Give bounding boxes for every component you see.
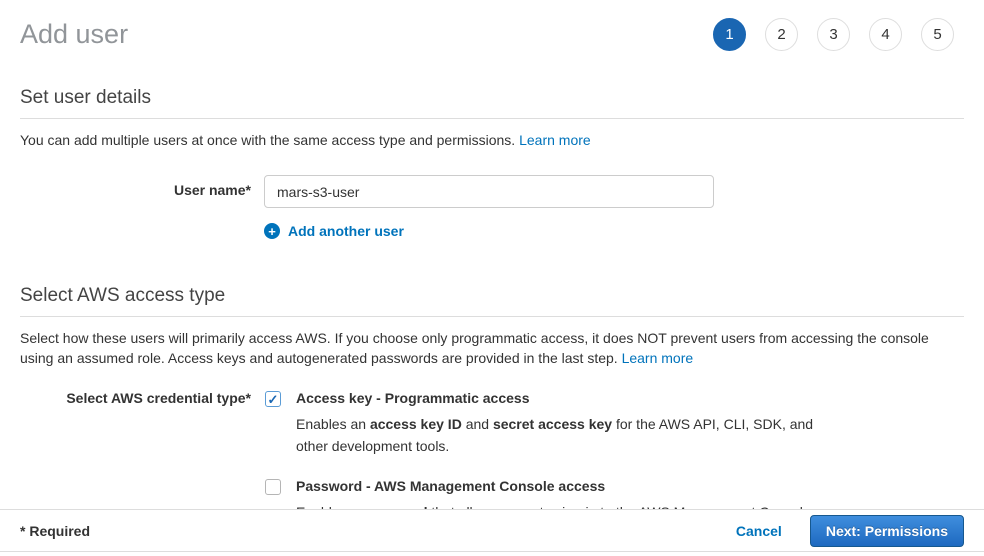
learn-more-link[interactable]: Learn more: [622, 350, 694, 366]
access-key-text: Access key - Programmatic access Enables…: [296, 390, 826, 457]
description-text: You can add multiple users at once with …: [20, 132, 515, 148]
access-key-checkbox[interactable]: [265, 391, 281, 407]
description-text: Select how these users will primarily ac…: [20, 330, 929, 366]
plus-circle-icon: +: [264, 223, 280, 239]
username-control: [264, 175, 714, 208]
wizard-footer: * Required Cancel Next: Permissions: [0, 509, 984, 552]
add-another-user-label: Add another user: [288, 223, 404, 239]
next-permissions-button[interactable]: Next: Permissions: [810, 515, 964, 547]
footer-actions: Cancel Next: Permissions: [736, 515, 964, 547]
password-label: Password - AWS Management Console access: [296, 478, 815, 495]
username-input[interactable]: [264, 175, 714, 208]
required-note: * Required: [20, 523, 90, 539]
desc-segment: Enables an: [296, 416, 370, 432]
page-header: Add user 1 2 3 4 5: [20, 18, 964, 51]
password-checkbox[interactable]: [265, 479, 281, 495]
page-title: Add user: [20, 19, 128, 50]
cancel-button[interactable]: Cancel: [736, 523, 782, 539]
select-access-type-section: Select AWS access type Select how these …: [20, 285, 964, 523]
username-label: User name*: [20, 175, 251, 208]
step-circle-2: 2: [765, 18, 798, 51]
select-access-type-description: Select how these users will primarily ac…: [20, 328, 964, 368]
credential-options: Access key - Programmatic access Enables…: [265, 390, 826, 523]
step-circle-1: 1: [713, 18, 746, 51]
select-access-type-heading: Select AWS access type: [20, 285, 964, 317]
option-access-key: Access key - Programmatic access Enables…: [265, 390, 826, 457]
access-key-label: Access key - Programmatic access: [296, 390, 826, 407]
add-another-user-button[interactable]: + Add another user: [264, 223, 404, 239]
step-circle-4: 4: [869, 18, 902, 51]
set-user-details-heading: Set user details: [20, 87, 964, 119]
add-user-page: Add user 1 2 3 4 5 Set user details You …: [0, 0, 984, 523]
learn-more-link[interactable]: Learn more: [519, 132, 591, 148]
access-key-description: Enables an access key ID and secret acce…: [296, 413, 826, 457]
step-circle-3: 3: [817, 18, 850, 51]
step-circle-5: 5: [921, 18, 954, 51]
wizard-step-indicator: 1 2 3 4 5: [713, 18, 954, 51]
set-user-details-section: Set user details You can add multiple us…: [20, 87, 964, 239]
username-row: User name*: [20, 175, 964, 208]
credential-type-row: Select AWS credential type* Access key -…: [20, 390, 964, 523]
set-user-details-description: You can add multiple users at once with …: [20, 130, 964, 150]
desc-segment-bold: access key ID: [370, 416, 462, 432]
credential-type-label: Select AWS credential type*: [20, 390, 251, 523]
desc-segment: and: [462, 416, 493, 432]
desc-segment-bold: secret access key: [493, 416, 612, 432]
